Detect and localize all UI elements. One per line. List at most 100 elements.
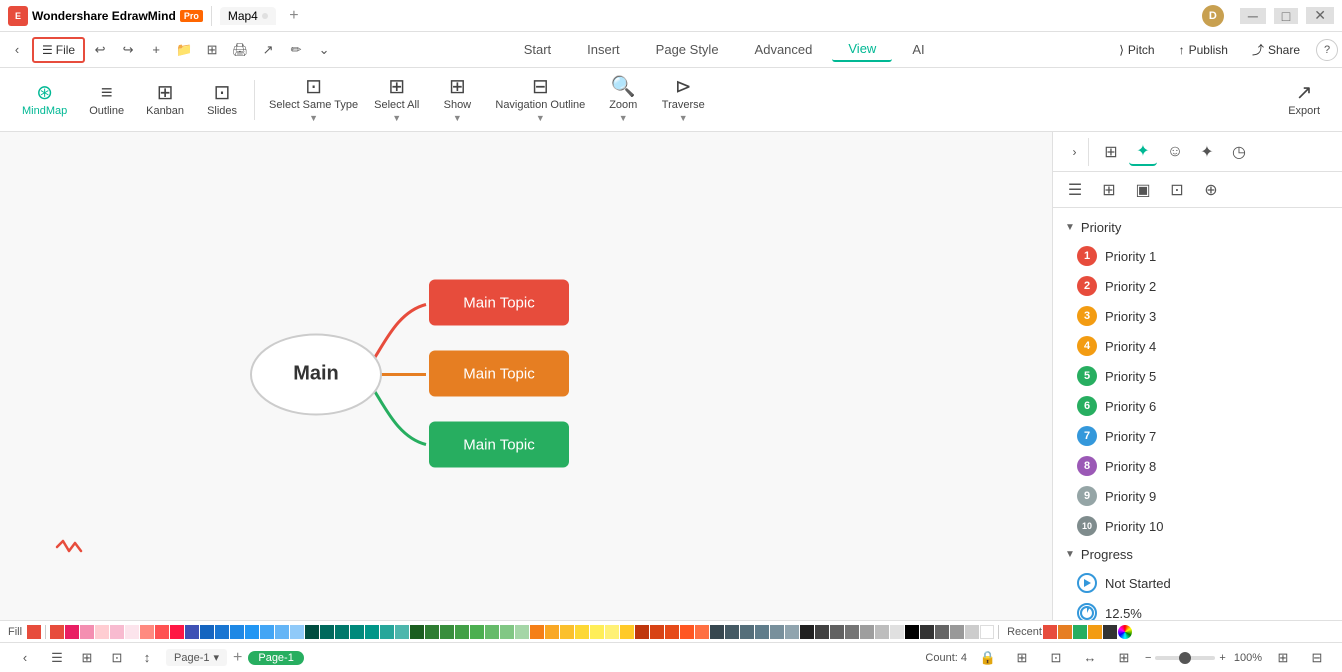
- recent-swatch-0[interactable]: [1043, 625, 1057, 639]
- main-node-text[interactable]: Main: [293, 363, 339, 385]
- lock-icon[interactable]: 🔒: [975, 645, 1001, 671]
- swatch-44[interactable]: [710, 625, 724, 639]
- swatch-6[interactable]: [140, 625, 154, 639]
- zoom-plus[interactable]: +: [1219, 652, 1225, 664]
- swatch-29[interactable]: [485, 625, 499, 639]
- swatch-45[interactable]: [725, 625, 739, 639]
- more-button[interactable]: ⌄: [311, 37, 337, 63]
- swatch-12[interactable]: [230, 625, 244, 639]
- select-all-button[interactable]: ⊞ Select All ▼: [366, 73, 427, 127]
- fullscreen-icon[interactable]: ⊞: [1111, 645, 1137, 671]
- panel-collapse-button[interactable]: ›: [1061, 138, 1089, 166]
- priority-item-1[interactable]: 1 Priority 1: [1053, 241, 1342, 271]
- swatch-28[interactable]: [470, 625, 484, 639]
- share-button[interactable]: ⤴ Share: [1244, 37, 1308, 62]
- back-button[interactable]: ‹: [4, 37, 30, 63]
- map-tab[interactable]: Map4: [220, 7, 276, 25]
- status-back-button[interactable]: ‹: [12, 645, 38, 671]
- swatch-43[interactable]: [695, 625, 709, 639]
- priority-item-9[interactable]: 9 Priority 9: [1053, 481, 1342, 511]
- status-icon-4[interactable]: ↕: [134, 645, 160, 671]
- publish-button[interactable]: ↑ Publish: [1171, 39, 1236, 61]
- swatch-38[interactable]: [620, 625, 634, 639]
- grid-icon[interactable]: ⊡: [1043, 645, 1069, 671]
- swatch-27[interactable]: [455, 625, 469, 639]
- expand-icon[interactable]: ⊞: [1270, 645, 1296, 671]
- zoom-minus[interactable]: −: [1145, 652, 1151, 664]
- active-fill-swatch[interactable]: [27, 625, 41, 639]
- panel-filter[interactable]: ⊡: [1163, 176, 1191, 204]
- swatch-62[interactable]: [980, 625, 994, 639]
- progress-item-12[interactable]: 12.5%: [1053, 598, 1342, 620]
- swatch-61[interactable]: [965, 625, 979, 639]
- swatch-31[interactable]: [515, 625, 529, 639]
- tab-view[interactable]: View: [832, 37, 892, 62]
- pitch-button[interactable]: ⟩ Pitch: [1111, 39, 1162, 61]
- page-selector[interactable]: Page-1 ▾: [166, 649, 227, 666]
- priority-section-header[interactable]: ▼ Priority: [1053, 216, 1342, 239]
- swatch-58[interactable]: [920, 625, 934, 639]
- swatch-20[interactable]: [350, 625, 364, 639]
- swatch-34[interactable]: [560, 625, 574, 639]
- swatch-17[interactable]: [305, 625, 319, 639]
- swatch-57[interactable]: [905, 625, 919, 639]
- edit-button[interactable]: ✏: [283, 37, 309, 63]
- panel-icon-clock[interactable]: ◷: [1225, 138, 1253, 166]
- swatch-21[interactable]: [365, 625, 379, 639]
- recent-swatch-2[interactable]: [1073, 625, 1087, 639]
- swatch-52[interactable]: [830, 625, 844, 639]
- swatch-4[interactable]: [110, 625, 124, 639]
- swatch-5[interactable]: [125, 625, 139, 639]
- swatch-26[interactable]: [440, 625, 454, 639]
- swatch-25[interactable]: [425, 625, 439, 639]
- traverse-button[interactable]: ⊳ Traverse ▼: [653, 73, 713, 127]
- settings-icon[interactable]: ⊟: [1304, 645, 1330, 671]
- navigation-outline-button[interactable]: ⊟ Navigation Outline ▼: [487, 73, 593, 127]
- select-same-type-button[interactable]: ⊡ Select Same Type ▼: [261, 73, 366, 127]
- zoom-button[interactable]: 🔍 Zoom ▼: [593, 73, 653, 127]
- swatch-51[interactable]: [815, 625, 829, 639]
- status-icon-3[interactable]: ⊡: [104, 645, 130, 671]
- swatch-49[interactable]: [785, 625, 799, 639]
- panel-card-view[interactable]: ▣: [1129, 176, 1157, 204]
- swatch-60[interactable]: [950, 625, 964, 639]
- swatch-56[interactable]: [890, 625, 904, 639]
- swatch-13[interactable]: [245, 625, 259, 639]
- swatch-59[interactable]: [935, 625, 949, 639]
- swatch-8[interactable]: [170, 625, 184, 639]
- zoom-thumb[interactable]: [1179, 652, 1191, 664]
- swatch-0[interactable]: [50, 625, 64, 639]
- swatch-35[interactable]: [575, 625, 589, 639]
- tab-start[interactable]: Start: [508, 38, 567, 61]
- swatch-2[interactable]: [80, 625, 94, 639]
- swatch-42[interactable]: [680, 625, 694, 639]
- priority-item-7[interactable]: 7 Priority 7: [1053, 421, 1342, 451]
- slides-button[interactable]: ⊡ Slides: [196, 79, 248, 121]
- swatch-54[interactable]: [860, 625, 874, 639]
- swatch-19[interactable]: [335, 625, 349, 639]
- mindmap-button[interactable]: ⊛ MindMap: [12, 79, 77, 121]
- panel-grid-view[interactable]: ⊞: [1095, 176, 1123, 204]
- swatch-9[interactable]: [185, 625, 199, 639]
- priority-item-10[interactable]: 10 Priority 10: [1053, 511, 1342, 541]
- panel-search[interactable]: ⊕: [1197, 176, 1225, 204]
- panel-list-view[interactable]: ☰: [1061, 176, 1089, 204]
- priority-item-6[interactable]: 6 Priority 6: [1053, 391, 1342, 421]
- swatch-24[interactable]: [410, 625, 424, 639]
- ruler-icon[interactable]: ↔: [1077, 645, 1103, 671]
- swatch-36[interactable]: [590, 625, 604, 639]
- color-picker-button[interactable]: [1118, 625, 1132, 639]
- swatch-14[interactable]: [260, 625, 274, 639]
- outline-button[interactable]: ≡ Outline: [79, 79, 134, 121]
- window-restore-button[interactable]: □: [1274, 8, 1298, 24]
- swatch-10[interactable]: [200, 625, 214, 639]
- swatch-48[interactable]: [770, 625, 784, 639]
- priority-item-2[interactable]: 2 Priority 2: [1053, 271, 1342, 301]
- view-toggle-button[interactable]: ⊞: [199, 37, 225, 63]
- window-close-button[interactable]: ✕: [1306, 7, 1334, 24]
- swatch-39[interactable]: [635, 625, 649, 639]
- export2-button[interactable]: ↗: [255, 37, 281, 63]
- add-tab-button[interactable]: +: [284, 6, 304, 26]
- swatch-7[interactable]: [155, 625, 169, 639]
- swatch-47[interactable]: [755, 625, 769, 639]
